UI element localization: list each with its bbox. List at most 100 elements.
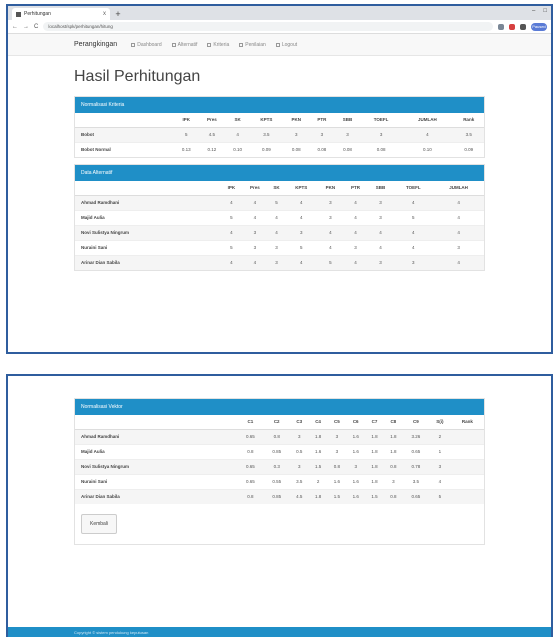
panel-heading: Normalisasi Vektor [75,399,484,415]
table-cell: 0.55 [263,473,290,489]
nav-item-label: Logout [281,41,298,48]
table-cell: 1.6 [346,428,366,444]
column-header: Pres [198,113,226,128]
column-header: IPK [221,181,242,196]
alternative-panel: Data Alternatif IPK Pres SK KPTS PKN PTR SBB TO… [74,164,485,271]
column-header: JUMLAH [433,181,484,196]
profile-button[interactable]: Paused [531,22,547,31]
column-header: KPTS [249,113,284,128]
table-cell: 3 [289,428,309,444]
table-cell: 0.85 [263,443,290,459]
table-cell: 4 [367,239,394,255]
row-label: Novi Sulistya Ningrum [75,224,222,240]
list-icon [171,42,176,47]
maximize-icon[interactable]: □ [543,8,547,14]
table-cell: 4.5 [198,126,226,142]
close-tab-icon[interactable]: x [103,11,106,17]
table-cell: 0.08 [360,141,402,157]
row-label: Majid Aulia [75,209,222,225]
column-header: C7 [365,415,384,430]
app-brand[interactable]: Perangkingan [74,41,117,48]
table-cell: 1.6 [346,473,366,489]
table-row: Bobot 5 4.5 4 3.5 3 3 3 3 4 3.5 [75,126,484,142]
table-cell: 4 [343,254,368,270]
new-tab-button[interactable]: + [112,8,124,20]
nav-item-label: Alternatif [177,41,198,48]
nav-item-dashboard[interactable]: Dashboard [131,41,162,48]
table-cell: 4 [268,224,285,240]
table-cell: 4 [433,254,484,270]
table-cell: 3 [393,254,434,270]
table-cell: 1.8 [308,428,328,444]
column-header: SBB [334,113,361,128]
table-cell: 1.8 [365,443,384,459]
table-cell: 1.5 [327,488,347,504]
table-row: Arinar Dian Sabila 0.8 0.85 4.5 1.8 1.5 1.6 1.5… [75,488,484,504]
column-header: C5 [327,415,347,430]
nav-item-label: Dashboard [137,41,162,48]
table-cell: 0.8 [383,458,403,474]
table-cell: 4 [367,224,394,240]
table-cell: 3 [327,428,347,444]
column-header: TOEFL [393,181,434,196]
table-cell: 3.5 [289,473,309,489]
table-cell: 0.65 [237,473,264,489]
back-icon[interactable]: ← [12,24,18,30]
table-cell: 1.6 [346,488,366,504]
column-header: JUMLAH [401,113,454,128]
table-cell [450,488,484,504]
back-button[interactable]: Kembali [81,514,118,534]
table-cell: 3 [346,458,366,474]
table-cell: 5 [268,194,285,210]
column-header: C2 [263,415,290,430]
column-header: C9 [402,415,430,430]
app-navbar: Perangkingan Dashboard Alternatif Kriter… [8,34,551,56]
table-cell: 3 [433,239,484,255]
table-cell [450,473,484,489]
nav-item-penilaian[interactable]: Penilaian [239,42,266,48]
url-input[interactable]: localhost/spk/perhitungan/hitung [43,22,493,31]
nav-item-label: Penilaian [245,41,266,48]
column-header: C6 [346,415,366,430]
extension-icon[interactable] [520,23,526,30]
home-icon [131,42,136,47]
nav-item-kriteria[interactable]: Kriteria [207,42,229,48]
criteria-table: IPK Pres SK KPTS PKN PTR SBB TOEFL JUMLAH Rank Bob… [75,113,484,157]
browser-window: Perhitungan x + – □ ← → C localhost/spk/… [6,4,553,354]
table-cell: 3 [429,458,451,474]
forward-icon[interactable]: → [23,24,29,30]
table-cell: 0.08 [283,141,310,157]
table-cell: 3 [268,239,285,255]
table-header-row: C1 C2 C3 C4 C5 C6 C7 C8 C9 S(i) Rank [75,415,484,430]
table-cell: 0.65 [402,488,430,504]
table-cell: 5 [221,239,242,255]
nav-item-logout[interactable]: Logout [275,41,298,48]
table-cell: 4 [221,254,242,270]
table-cell: 0.08 [334,141,361,157]
table-cell: 1.8 [308,488,328,504]
extension-icon[interactable] [509,23,515,30]
table-cell: 0.65 [402,443,430,459]
nav-item-label: Kriteria [213,41,230,48]
row-label: Arinar Dian Sabila [75,488,238,504]
tab-title: Perhitungan [24,11,51,17]
column-header: PKN [317,181,344,196]
nav-item-alternatif[interactable]: Alternatif [171,41,198,48]
tab-bar: Perhitungan x + – □ [8,6,551,20]
column-header: KPTS [285,181,318,196]
table-cell: 4 [343,194,368,210]
column-header: TOEFL [360,113,402,128]
column-header: Pres [241,181,269,196]
table-cell: 3 [334,126,361,142]
row-label: Ahmad Ramdhani [75,194,222,210]
table-cell: 3 [367,194,394,210]
table-cell: 0.3 [263,458,290,474]
tag-icon [207,42,212,47]
column-header: C8 [383,415,403,430]
table-cell: 0.8 [237,488,264,504]
reload-icon[interactable]: C [34,24,38,30]
extension-icon[interactable] [498,23,504,30]
browser-tab[interactable]: Perhitungan x [12,8,110,20]
table-cell: 5 [317,254,344,270]
minimize-icon[interactable]: – [532,8,535,14]
